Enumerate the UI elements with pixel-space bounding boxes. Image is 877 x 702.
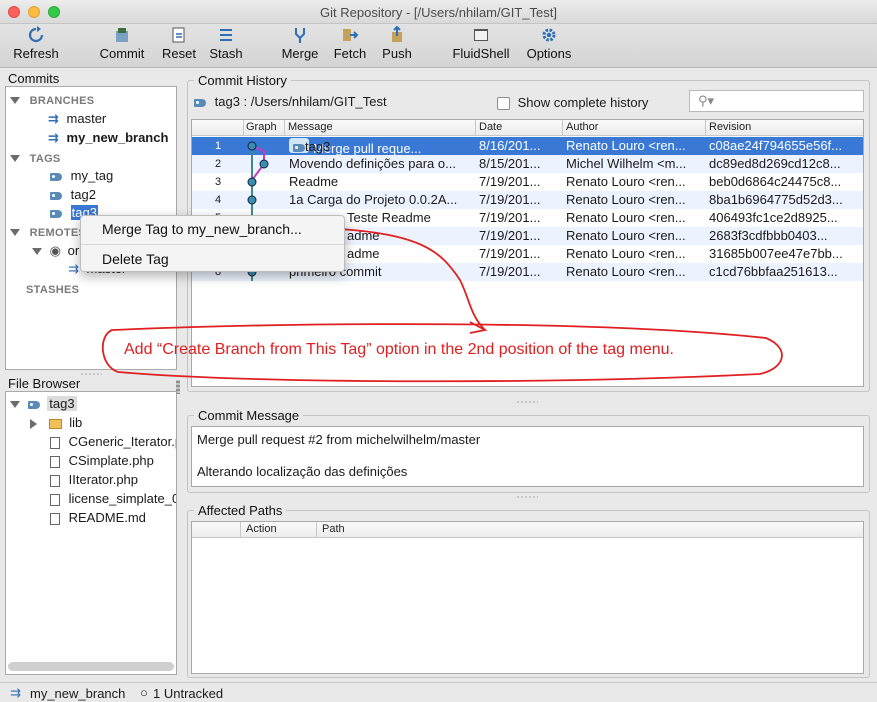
menu-item-merge-tag[interactable]: Merge Tag to my_new_branch... (102, 221, 302, 237)
affected-table-header: Action Path (192, 522, 863, 538)
splitter-handle[interactable] (516, 401, 538, 403)
branch-icon: ⇉ (10, 685, 21, 700)
affected-paths-table[interactable]: Action Path (191, 521, 864, 674)
splitter-handle[interactable] (516, 496, 538, 498)
col-path[interactable]: Path (322, 523, 345, 535)
status-branch: my_new_branch (30, 686, 126, 701)
status-bar: ⇉ my_new_branch ○ 1 Untracked (0, 682, 877, 702)
commit-message-text[interactable]: Merge pull request #2 from michelwilhelm… (191, 426, 864, 487)
commit-message-title: Commit Message (194, 408, 304, 423)
col-action[interactable]: Action (246, 523, 277, 535)
status-untracked: 1 Untracked (153, 686, 224, 701)
tag-context-menu: Merge Tag to my_new_branch... Delete Tag (80, 215, 345, 272)
annotation-note: Add “Create Branch from This Tag” option… (124, 341, 674, 358)
untracked-icon: ○ (140, 685, 148, 700)
affected-paths-title: Affected Paths (194, 503, 287, 518)
menu-separator (81, 244, 344, 245)
menu-item-delete-tag[interactable]: Delete Tag (102, 251, 169, 267)
